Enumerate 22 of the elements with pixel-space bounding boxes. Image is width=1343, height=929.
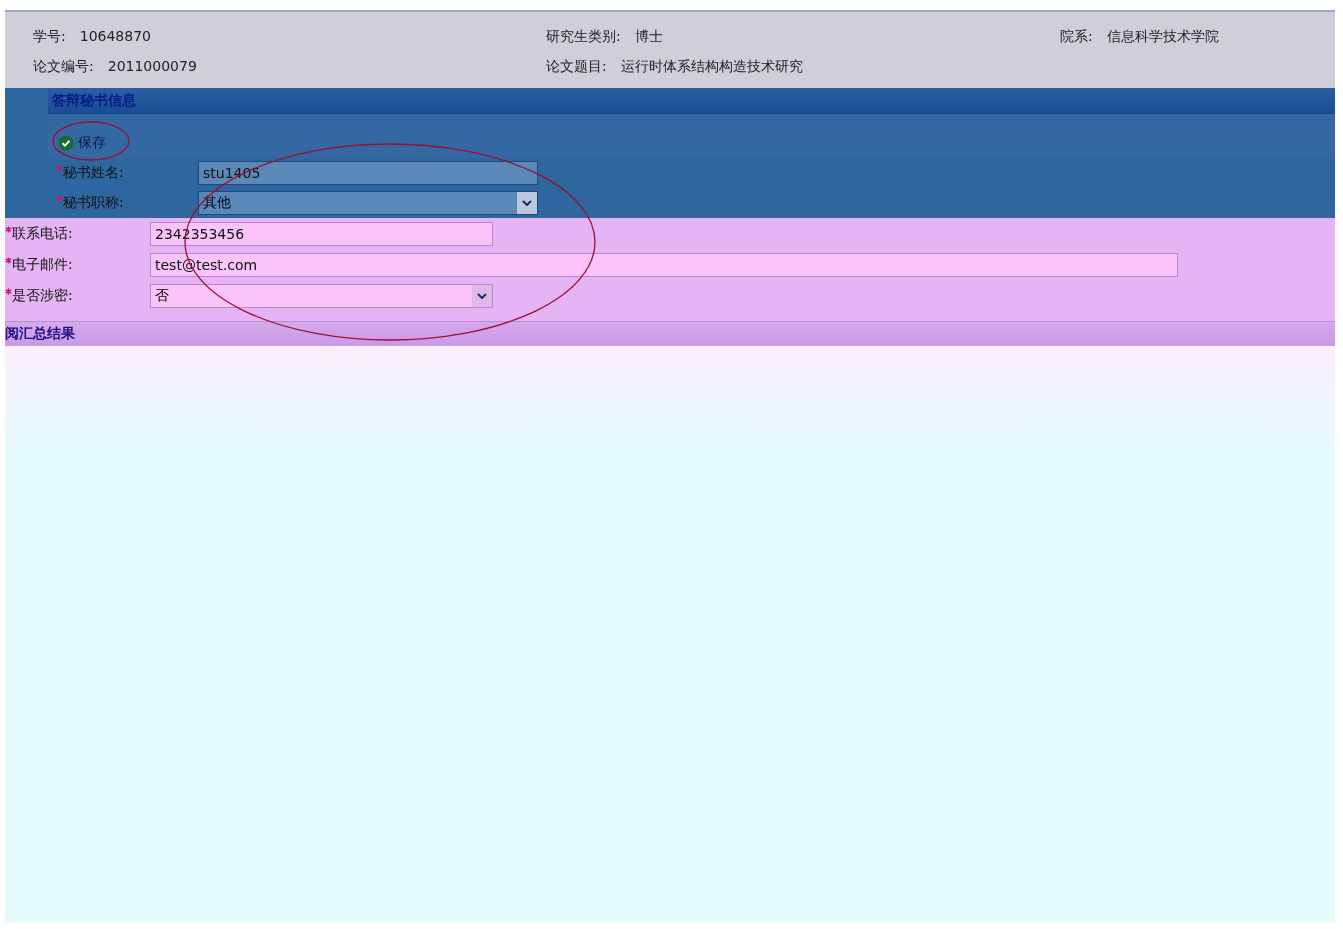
- info-label: 研究生类别:: [546, 28, 621, 46]
- section-title: 答辩秘书信息: [52, 92, 136, 110]
- info-label: 论文编号:: [33, 58, 94, 76]
- field-label: 秘书职称:: [63, 194, 124, 212]
- info-value: 10648870: [79, 28, 151, 46]
- info-value: 博士: [634, 28, 663, 46]
- section-title: 阅汇总结果: [5, 325, 75, 343]
- field-label: 秘书姓名:: [63, 164, 124, 182]
- info-value: 信息科学技术学院: [1106, 28, 1219, 46]
- info-label: 院系:: [1060, 28, 1093, 46]
- field-label: 电子邮件:: [12, 255, 73, 274]
- info-value: 运行时体系结构构造技术研究: [620, 58, 803, 76]
- check-icon: [58, 135, 74, 151]
- select-field[interactable]: 否: [150, 283, 493, 308]
- caret-icon: [517, 192, 537, 214]
- info-label: 论文题目:: [546, 58, 607, 76]
- field-label: 是否涉密:: [12, 286, 73, 305]
- info-value: 2011000079: [107, 58, 197, 76]
- info-label: 学号:: [33, 28, 66, 46]
- caret-icon: [472, 284, 492, 307]
- select-field[interactable]: 其他: [198, 191, 538, 215]
- field-label: 联系电话:: [12, 224, 73, 243]
